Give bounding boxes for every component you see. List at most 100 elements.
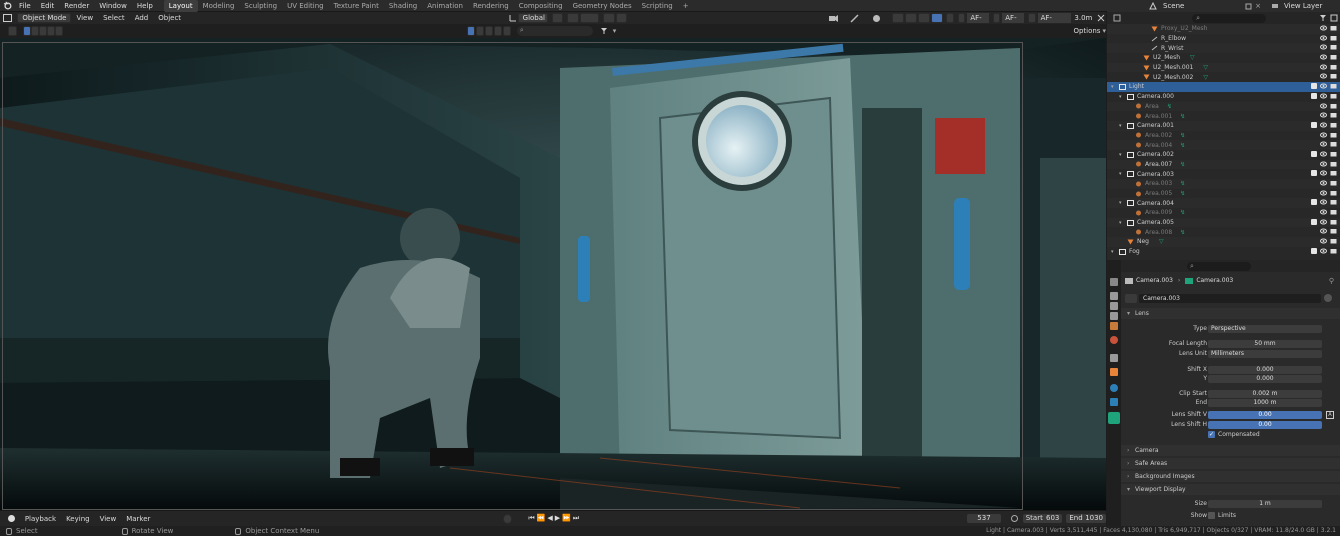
eye-icon[interactable]	[1320, 180, 1327, 188]
eye-icon[interactable]	[1320, 54, 1327, 62]
snap-target-button[interactable]	[579, 13, 600, 23]
constraints-tab[interactable]	[1110, 398, 1118, 406]
disclosure-triangle-icon[interactable]: ▾	[1119, 152, 1125, 158]
timeline-menu-playback[interactable]: Playback	[20, 513, 61, 525]
render-visibility-icon[interactable]	[1330, 248, 1337, 256]
physics-tab[interactable]	[1110, 384, 1118, 392]
eye-icon[interactable]	[1320, 83, 1327, 91]
render-visibility-icon[interactable]	[1330, 54, 1337, 62]
render-visibility-icon[interactable]	[1330, 64, 1337, 72]
menu-edit[interactable]: Edit	[36, 0, 60, 12]
properties-search-input[interactable]: ⌕	[1187, 261, 1251, 271]
workspace-tab-shading[interactable]: Shading	[384, 0, 422, 12]
select-invert-button[interactable]	[46, 26, 55, 36]
workspace-tab-uv-editing[interactable]: UV Editing	[282, 0, 329, 12]
modifier-icon[interactable]: ▽	[1203, 64, 1208, 71]
focal-length-field[interactable]: 50 mm	[1208, 339, 1322, 348]
workspace-tab-scripting[interactable]: Scripting	[637, 0, 678, 12]
modifier-icon[interactable]: ▽	[1203, 74, 1208, 81]
eye-icon[interactable]	[1320, 209, 1327, 217]
display-mode-icon[interactable]	[1111, 14, 1122, 22]
scene-tab[interactable]	[1110, 322, 1118, 330]
current-frame-field[interactable]: 537	[967, 514, 1001, 523]
selectable-toggle[interactable]	[466, 26, 475, 36]
eye-icon[interactable]	[1320, 219, 1327, 227]
light-link-icon[interactable]: ↯	[1180, 113, 1185, 120]
play-reverse-icon[interactable]: ◀	[547, 514, 552, 523]
outliner-row[interactable]: U2_Mesh.001 ▽	[1107, 62, 1340, 73]
viewport-menu-select[interactable]: Select	[98, 12, 130, 24]
exclude-checkbox[interactable]	[1311, 199, 1317, 206]
solid-shading-button[interactable]	[904, 13, 917, 23]
exclude-checkbox[interactable]	[1311, 218, 1317, 225]
exclude-checkbox[interactable]	[1311, 150, 1317, 157]
outliner-row[interactable]: ▾ Camera.002	[1107, 150, 1340, 160]
prev-key-icon[interactable]: ⏪	[537, 514, 546, 523]
viewport-filter-icon[interactable]	[599, 27, 611, 35]
workspace-tab-texture-paint[interactable]: Texture Paint	[329, 0, 384, 12]
expand-icon[interactable]	[1096, 14, 1106, 22]
select-tool-button[interactable]	[8, 26, 17, 36]
render-tab[interactable]	[1110, 292, 1118, 300]
transform-orientation-dropdown[interactable]: Global	[517, 13, 548, 23]
light-link-icon[interactable]: ↯	[1180, 142, 1185, 149]
disclosure-triangle-icon[interactable]: ▾	[1111, 84, 1117, 90]
clip-start-field[interactable]: 0.002 m	[1208, 389, 1322, 398]
disclosure-triangle-icon[interactable]: ▾	[1119, 220, 1125, 226]
viewport-search-input[interactable]: ⌕	[516, 26, 593, 36]
next-key-icon[interactable]: ⏩	[562, 514, 571, 523]
outliner-row[interactable]: R_Wrist	[1107, 43, 1340, 54]
workspace-tab-geometry-nodes[interactable]: Geometry Nodes	[568, 0, 637, 12]
af-c-label[interactable]: AF-C	[1002, 13, 1024, 32]
options-chevron-icon[interactable]: ▾	[1102, 27, 1106, 35]
breadcrumb-data[interactable]: Camera.003	[1196, 277, 1233, 284]
render-visibility-icon[interactable]	[1330, 103, 1337, 111]
modifier-icon[interactable]: ▽	[1190, 54, 1195, 61]
render-visibility-icon[interactable]	[1330, 122, 1337, 130]
outliner-row[interactable]: Area.005 ↯	[1107, 189, 1340, 199]
menu-help[interactable]: Help	[132, 0, 158, 12]
playback-controls[interactable]: ⏮ ⏪ ◀ ▶ ⏩ ⏭	[528, 514, 579, 523]
light-link-icon[interactable]: ↯	[1180, 132, 1185, 139]
filter-icon[interactable]	[1318, 14, 1329, 22]
select-subtract-button[interactable]	[38, 26, 47, 36]
pin-icon[interactable]: ⚲	[1329, 277, 1334, 285]
empty-filter-toggle[interactable]	[502, 26, 511, 36]
select-box-mode-button[interactable]	[22, 26, 31, 36]
scene-name[interactable]: Scene	[1163, 2, 1243, 10]
render-visibility-icon[interactable]	[1330, 112, 1337, 120]
options-button[interactable]: Options	[1073, 27, 1100, 35]
eye-icon[interactable]	[1320, 103, 1327, 111]
eye-icon[interactable]	[1320, 64, 1327, 72]
close-icon[interactable]: ×	[1253, 2, 1263, 10]
lens-shift-h-field[interactable]: 0.00	[1208, 420, 1322, 429]
view-layer-icon[interactable]	[1269, 2, 1281, 10]
render-visibility-icon[interactable]	[1330, 228, 1337, 236]
camera-data-tab[interactable]	[1108, 412, 1120, 424]
outliner-row[interactable]: ▾ Camera.000	[1107, 92, 1340, 102]
outliner-search-input[interactable]: ⌕	[1192, 13, 1266, 23]
outliner-row[interactable]: Proxy_U2_Mesh	[1107, 24, 1340, 34]
orientation-icon[interactable]	[508, 14, 518, 22]
render-visibility-icon[interactable]	[1330, 25, 1337, 33]
shading-mode-group[interactable]	[891, 13, 943, 23]
workspace-tab-compositing[interactable]: Compositing	[514, 0, 568, 12]
lens-unit-dropdown[interactable]: Millimeters	[1208, 349, 1322, 358]
material-shading-button[interactable]	[917, 13, 930, 23]
start-frame-field[interactable]: Start 603	[1022, 514, 1063, 523]
new-collection-icon[interactable]	[1329, 14, 1340, 22]
menu-file[interactable]: File	[14, 0, 36, 12]
viewport-menu-add[interactable]: Add	[130, 12, 154, 24]
outliner-row[interactable]: Area ↯	[1107, 101, 1340, 112]
render-visibility-icon[interactable]	[1330, 170, 1337, 178]
datablock-browse-icon[interactable]	[1125, 293, 1137, 303]
eye-icon[interactable]	[1320, 238, 1327, 246]
light-link-icon[interactable]: ↯	[1180, 161, 1185, 168]
render-visibility-icon[interactable]	[1330, 132, 1337, 140]
render-visibility-icon[interactable]	[1330, 219, 1337, 227]
outliner-row[interactable]: ▾ Camera.001	[1107, 120, 1340, 131]
menu-window[interactable]: Window	[94, 0, 132, 12]
render-visibility-icon[interactable]	[1330, 161, 1337, 169]
workspace-tab-sculpting[interactable]: Sculpting	[239, 0, 282, 12]
camera-view-icon[interactable]	[827, 14, 839, 22]
